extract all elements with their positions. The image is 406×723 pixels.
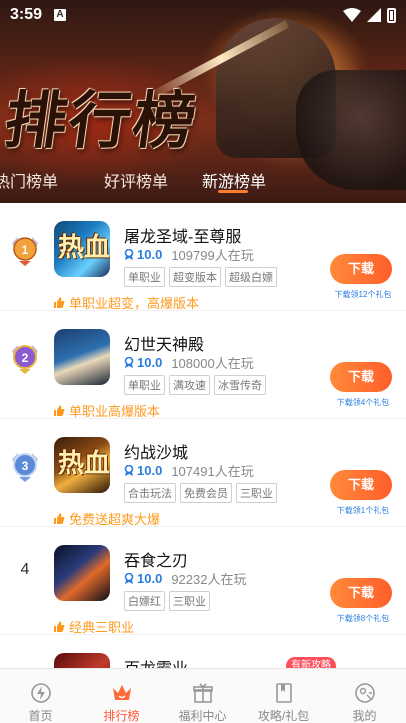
game-name[interactable]: 吞食之刃: [124, 547, 188, 571]
book-icon: [276, 683, 292, 703]
game-tag: 冰雪传奇: [214, 375, 266, 395]
game-thumbnail[interactable]: [54, 545, 110, 601]
player-count: 108000人在玩: [171, 356, 254, 371]
game-desc: 经典三职业: [54, 617, 134, 636]
download-button[interactable]: 下载: [330, 254, 392, 284]
status-time: 3:59: [10, 6, 43, 23]
gift-hint: 下载领12个礼包: [334, 290, 392, 299]
game-desc: 单职业超变，高爆版本: [54, 293, 199, 312]
gift-icon: [193, 683, 213, 703]
score-badge-icon: [124, 465, 134, 476]
game-tag: 超变版本: [169, 267, 221, 287]
nav-guides-gifts[interactable]: 攻略/礼包: [243, 669, 324, 723]
score-row: 10.0 108000人在玩: [124, 353, 254, 372]
profile-icon: [355, 683, 375, 703]
game-tag: 免费会员: [180, 483, 232, 503]
game-list[interactable]: 1 热血 屠龙圣域-至尊服 10.0 109799人在玩 单职业 超变版本 超级…: [0, 203, 406, 668]
score-row: 10.0 92232人在玩: [124, 569, 246, 588]
game-score: 10.0: [137, 247, 163, 262]
game-tag: 单职业: [124, 267, 165, 287]
list-item[interactable]: 百龙霸业: [0, 635, 406, 668]
game-thumbnail[interactable]: [54, 653, 110, 668]
svg-text:3: 3: [22, 459, 29, 473]
game-name[interactable]: 约战沙城: [124, 439, 188, 463]
game-desc: 免费送超爽大爆: [54, 509, 160, 528]
nav-home[interactable]: 首页: [0, 669, 81, 723]
game-score: 10.0: [137, 571, 163, 586]
download-button[interactable]: 下载: [330, 578, 392, 608]
thumbs-up-icon: [54, 621, 65, 632]
crown-icon: [113, 685, 131, 700]
nav-welfare[interactable]: 福利中心: [162, 669, 243, 723]
game-thumbnail[interactable]: [54, 329, 110, 385]
list-item[interactable]: 4 吞食之刃 10.0 92232人在玩 白嫖红 三职业 下载 下载领8个礼包 …: [0, 527, 406, 635]
game-name[interactable]: 百龙霸业: [124, 655, 188, 668]
game-thumbnail[interactable]: 热血: [54, 221, 110, 277]
score-badge-icon: [124, 357, 134, 368]
game-tag: 三职业: [236, 483, 277, 503]
tag-list: 合击玩法 免费会员 三职业: [124, 483, 277, 503]
nav-profile[interactable]: 我的: [324, 669, 405, 723]
battery-icon: [387, 7, 396, 23]
score-badge-icon: [124, 573, 134, 584]
score-row: 10.0 107491人在玩: [124, 461, 254, 480]
wifi-icon: [343, 8, 361, 22]
game-tag: 三职业: [169, 591, 210, 611]
rank-3-medal-icon: 3: [12, 453, 38, 482]
game-name[interactable]: 幻世天神殿: [124, 331, 204, 355]
tag-list: 白嫖红 三职业: [124, 591, 210, 611]
game-name[interactable]: 屠龙圣域-至尊服: [124, 223, 241, 247]
game-score: 10.0: [137, 355, 163, 370]
active-tab-indicator: [218, 190, 248, 193]
svg-text:1: 1: [22, 243, 29, 257]
home-bolt-icon: [31, 683, 51, 703]
download-button[interactable]: 下载: [330, 362, 392, 392]
player-count: 109799人在玩: [171, 248, 254, 263]
svg-text:2: 2: [22, 351, 29, 365]
tab-hot[interactable]: 热门榜单: [0, 168, 58, 192]
game-tag: 白嫖红: [124, 591, 165, 611]
thumbs-up-icon: [54, 513, 65, 524]
game-tag: 满攻速: [169, 375, 210, 395]
game-thumbnail[interactable]: 热血: [54, 437, 110, 493]
tab-rating[interactable]: 好评榜单: [104, 168, 168, 192]
rank-1-medal-icon: 1: [12, 237, 38, 266]
game-tag: 合击玩法: [124, 483, 176, 503]
game-tag: 单职业: [124, 375, 165, 395]
tag-list: 单职业 超变版本 超级白嫖: [124, 267, 277, 287]
nav-ranking[interactable]: 排行榜: [81, 669, 162, 723]
signal-icon: [367, 8, 381, 22]
bottom-nav: 首页 排行榜 福利中心 攻略/礼包 我的: [0, 668, 406, 723]
list-item[interactable]: 3 热血 约战沙城 10.0 107491人在玩 合击玩法 免费会员 三职业 下…: [0, 419, 406, 527]
gift-hint: 下载领4个礼包: [336, 398, 390, 407]
rank-tabs: 热门榜单 好评榜单 新游榜单: [0, 164, 406, 198]
list-item[interactable]: 2 幻世天神殿 10.0 108000人在玩 单职业 满攻速 冰雪传奇 下载 下…: [0, 311, 406, 419]
thumbs-up-icon: [54, 405, 65, 416]
rank-number: 4: [20, 561, 30, 578]
status-bar: 3:59 A: [0, 0, 406, 30]
game-score: 10.0: [137, 463, 163, 478]
score-badge-icon: [124, 249, 134, 260]
game-tag: 超级白嫖: [225, 267, 277, 287]
banner-title: 排行榜: [0, 84, 203, 157]
download-button[interactable]: 下载: [330, 470, 392, 500]
thumbs-up-icon: [54, 297, 65, 308]
gift-hint: 下载领8个礼包: [336, 614, 390, 623]
game-desc: 单职业高爆版本: [54, 401, 160, 420]
gift-hint: 下载领1个礼包: [336, 506, 390, 515]
player-count: 92232人在玩: [171, 572, 247, 587]
tab-new-games[interactable]: 新游榜单: [202, 168, 266, 192]
tag-list: 单职业 满攻速 冰雪传奇: [124, 375, 266, 395]
list-item[interactable]: 1 热血 屠龙圣域-至尊服 10.0 109799人在玩 单职业 超变版本 超级…: [0, 203, 406, 311]
player-count: 107491人在玩: [171, 464, 254, 479]
rank-2-medal-icon: 2: [12, 345, 38, 374]
notification-a-icon: A: [54, 9, 67, 21]
score-row: 10.0 109799人在玩: [124, 245, 254, 264]
